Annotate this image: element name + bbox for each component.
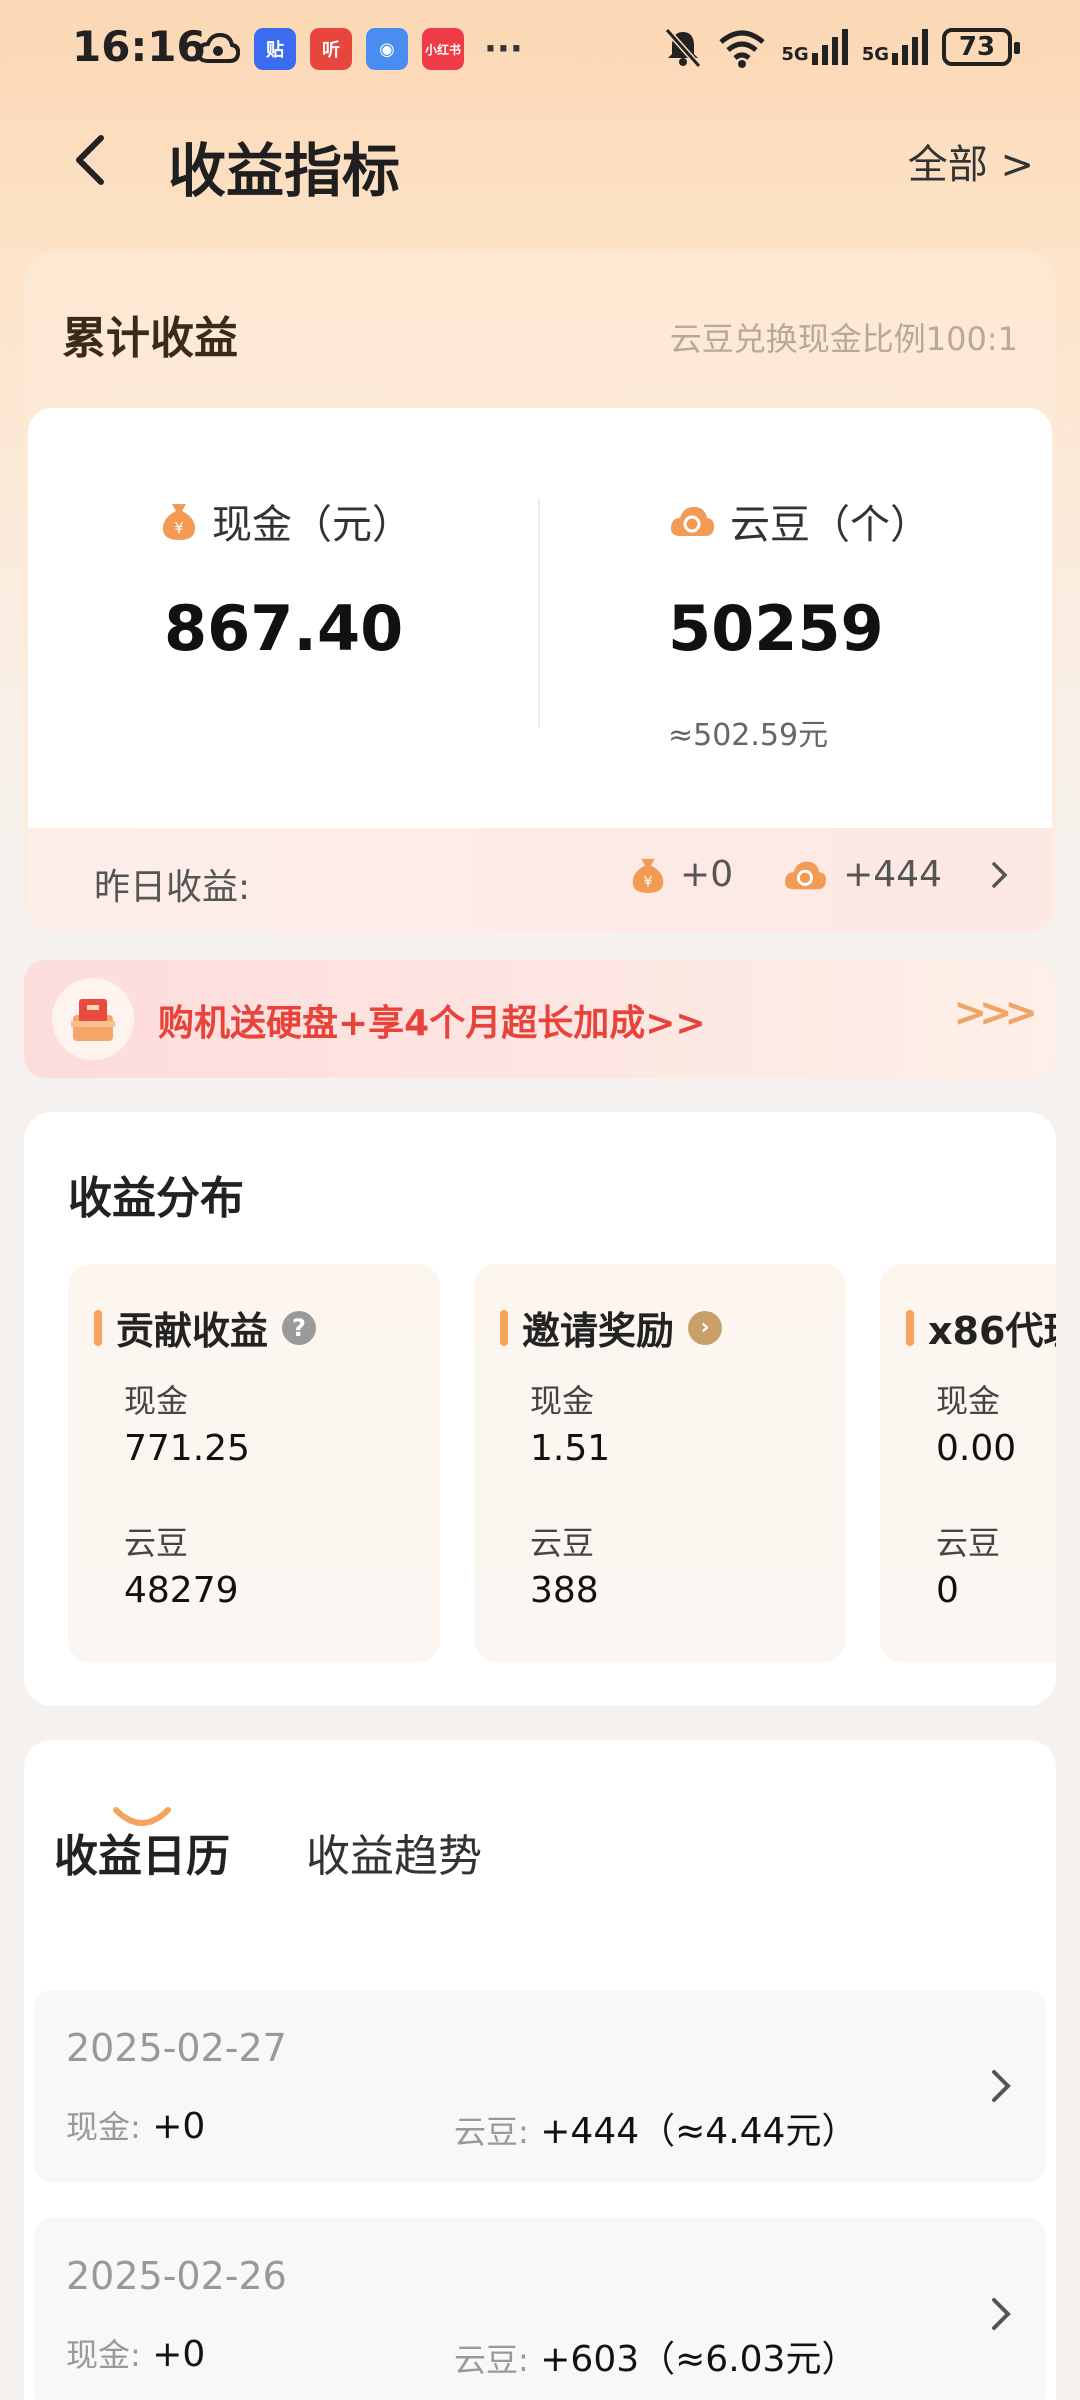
promo-text: 购机送硬盘+享4个月超长加成>> xyxy=(158,1003,706,1044)
calendar-day-row[interactable]: 2025-02-26 现金: +0 云豆: +603（≈6.03元） xyxy=(34,2218,1046,2400)
page-title: 收益指标 xyxy=(168,137,401,205)
day-bean: +444（≈4.44元） xyxy=(540,2111,858,2152)
page-header: 收益指标 全部 > xyxy=(0,110,1080,210)
accent-bar xyxy=(94,1309,102,1346)
calendar-day-row[interactable]: 2025-02-27 现金: +0 云豆: +444（≈4.44元） xyxy=(34,1990,1046,2182)
cloud-bean-icon xyxy=(670,507,715,536)
chevron-right-icon xyxy=(992,2298,1011,2330)
day-date: 2025-02-27 xyxy=(66,2026,287,2070)
cash-value: 771.25 xyxy=(124,1428,250,1469)
go-arrow-icon[interactable]: › xyxy=(688,1310,723,1345)
cloud-icon xyxy=(196,32,240,63)
status-bar: 16:16 贴 听 ◉ 小红书 ··· 5G 5G 73 xyxy=(0,0,1080,100)
yesterday-bean: +444 xyxy=(843,854,942,895)
distribution-card-title: x86代理 xyxy=(928,1309,1056,1353)
signal-bars-icon xyxy=(811,29,848,65)
distribution-title: 收益分布 xyxy=(68,1173,244,1224)
tieba-app-icon: 贴 xyxy=(254,28,296,70)
mute-bell-icon xyxy=(665,28,702,68)
bean-label: 云豆 xyxy=(936,1524,1001,1562)
xiaohongshu-app-icon: 小红书 xyxy=(422,28,464,70)
exchange-ratio: 云豆兑换现金比例100:1 xyxy=(669,320,1018,358)
triple-chevron-icon: >>> xyxy=(953,990,1037,1036)
yesterday-cash: +0 xyxy=(680,854,734,895)
cumulative-summary: ¥ 现金（元） 867.40 云豆（个） 50259 ≈502.59元 xyxy=(28,408,1052,828)
yesterday-label: 昨日收益: xyxy=(94,867,251,908)
bean-column: 云豆（个） 50259 ≈502.59元 xyxy=(540,408,1052,828)
cloud-bean-icon xyxy=(785,861,827,889)
svg-text:¥: ¥ xyxy=(174,519,184,537)
listen-app-icon: 听 xyxy=(310,28,352,70)
bean-label: 云豆: xyxy=(454,2341,529,2379)
back-button[interactable] xyxy=(60,130,120,190)
bean-value: 388 xyxy=(530,1570,599,1611)
day-date: 2025-02-26 xyxy=(66,2254,287,2298)
cash-column: ¥ 现金（元） 867.40 xyxy=(28,408,540,828)
bean-label: 云豆 xyxy=(530,1524,595,1562)
distribution-card-title: 贡献收益 xyxy=(116,1309,269,1353)
day-cash: +0 xyxy=(152,2106,206,2147)
distribution-card-x86[interactable]: x86代理 现金 0.00 云豆 0 xyxy=(880,1264,1056,1662)
yesterday-earnings-row[interactable]: 昨日收益: ¥ +0 +444 xyxy=(28,828,1052,932)
gift-box-icon xyxy=(52,978,134,1060)
cash-total: 867.40 xyxy=(164,592,404,665)
chevron-right-icon xyxy=(992,2070,1011,2102)
accent-bar xyxy=(906,1309,914,1346)
cash-label: 现金 xyxy=(530,1382,595,1420)
signal-5g-1: 5G xyxy=(781,29,848,65)
all-filter-button[interactable]: 全部 > xyxy=(908,132,1034,190)
system-indicators: 5G 5G 73 xyxy=(663,26,1020,68)
bean-label: 云豆（个） xyxy=(730,502,930,548)
cash-label: 现金: xyxy=(66,2336,141,2374)
bean-total: 50259 xyxy=(668,592,884,665)
active-tab-indicator xyxy=(113,1807,171,1826)
distribution-card-invite[interactable]: 邀请奖励 › 现金 1.51 云豆 388 xyxy=(474,1264,846,1662)
wifi-icon xyxy=(719,30,766,68)
notification-apps: 贴 听 ◉ 小红书 ··· xyxy=(196,28,523,70)
tab-trend[interactable]: 收益趋势 xyxy=(306,1820,482,1884)
security-app-icon: ◉ xyxy=(366,28,408,70)
cash-label: 现金 xyxy=(124,1382,189,1420)
promo-banner[interactable]: 购机送硬盘+享4个月超长加成>> >>> xyxy=(24,960,1056,1078)
cash-label: 现金 xyxy=(936,1382,1001,1420)
money-bag-icon: ¥ xyxy=(632,858,664,893)
day-cash: +0 xyxy=(152,2334,206,2375)
chevron-right-icon xyxy=(992,861,1008,888)
cash-value: 0.00 xyxy=(936,1428,1017,1469)
cumulative-title: 累计收益 xyxy=(62,313,238,364)
bean-label: 云豆: xyxy=(454,2113,529,2151)
distribution-card-contribution[interactable]: 贡献收益 ? 现金 771.25 云豆 48279 xyxy=(68,1264,440,1662)
battery-indicator: 73 xyxy=(942,28,1020,66)
bean-value: 0 xyxy=(936,1570,959,1611)
money-bag-icon: ¥ xyxy=(162,504,196,540)
bean-label: 云豆 xyxy=(124,1524,189,1562)
distribution-card-title: 邀请奖励 xyxy=(522,1309,675,1353)
bean-value: 48279 xyxy=(124,1570,239,1611)
cash-label: 现金（元） xyxy=(212,502,412,548)
cash-value: 1.51 xyxy=(530,1428,611,1469)
accent-bar xyxy=(500,1309,508,1346)
earnings-distribution-card: 收益分布 贡献收益 ? 现金 771.25 云豆 48279 邀请奖励 › 现金… xyxy=(24,1112,1056,1706)
cumulative-earnings-card: 累计收益 云豆兑换现金比例100:1 ¥ 现金（元） 867.40 云豆（个） xyxy=(24,252,1056,932)
status-time: 16:16 xyxy=(72,22,206,71)
more-notifications-icon: ··· xyxy=(484,29,523,69)
signal-bars-icon xyxy=(892,29,928,65)
earnings-calendar-card: 收益日历 收益趋势 2025-02-27 现金: +0 云豆: +444（≈4.… xyxy=(24,1740,1056,2400)
help-icon[interactable]: ? xyxy=(282,1310,317,1345)
bean-cash-equivalent: ≈502.59元 xyxy=(668,718,829,753)
svg-text:¥: ¥ xyxy=(644,874,653,890)
signal-5g-2: 5G xyxy=(862,29,928,65)
chevron-left-icon xyxy=(76,135,104,185)
cash-label: 现金: xyxy=(66,2108,141,2146)
day-bean: +603（≈6.03元） xyxy=(540,2339,858,2380)
distribution-carousel[interactable]: 贡献收益 ? 现金 771.25 云豆 48279 邀请奖励 › 现金 1.51… xyxy=(68,1264,1056,1664)
